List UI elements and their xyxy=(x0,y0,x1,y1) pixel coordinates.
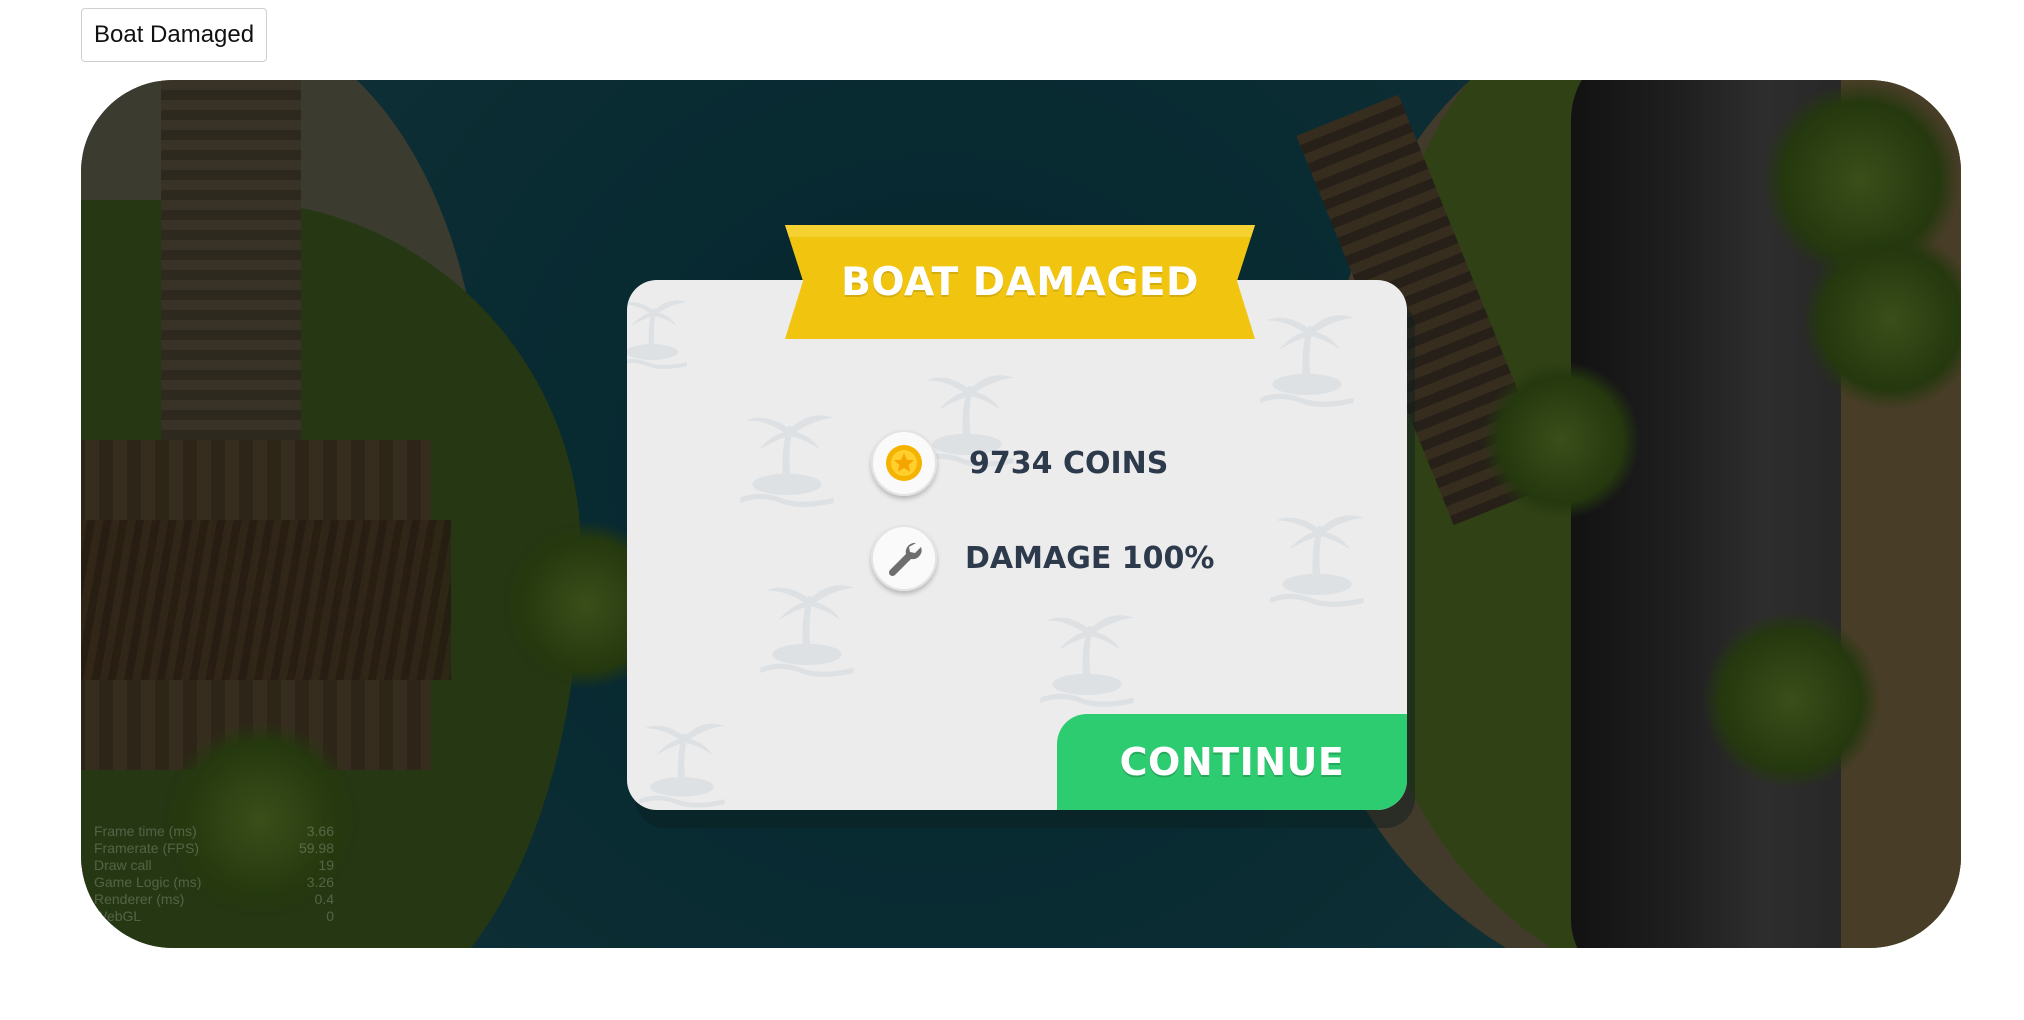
stat-game-logic: Game Logic (ms) 3.26 xyxy=(94,874,334,890)
stat-framerate: Framerate (FPS) 59.98 xyxy=(94,840,334,856)
stat-renderer: Renderer (ms) 0.4 xyxy=(94,891,334,907)
game-canvas[interactable]: Frame time (ms) 3.66 Framerate (FPS) 59.98… xyxy=(81,80,1961,948)
continue-button[interactable]: CONTINUE xyxy=(1057,714,1407,810)
debug-stats: Frame time (ms) 3.66 Framerate (FPS) 59.98… xyxy=(94,823,334,925)
palm-island-icon xyxy=(1260,315,1354,407)
palm-island-icon xyxy=(1270,515,1364,607)
stat-draw-call: Draw call 19 xyxy=(94,857,334,873)
coin-icon xyxy=(871,430,937,496)
palm-island-icon xyxy=(760,585,854,677)
palm-island-icon xyxy=(1040,615,1134,707)
palm-island-icon xyxy=(627,300,687,369)
stat-frame-time: Frame time (ms) 3.66 xyxy=(94,823,334,839)
palm-island-icon xyxy=(639,723,725,808)
wrench-icon xyxy=(871,525,937,591)
stat-webgl: WebGL 0 xyxy=(94,908,334,924)
damage-value: DAMAGE 100% xyxy=(965,540,1215,576)
palm-island-icon xyxy=(740,415,834,507)
dialog-title: BOAT DAMAGED xyxy=(841,259,1199,305)
coins-value: 9734 COINS xyxy=(969,445,1169,481)
coins-row: 9734 COINS xyxy=(871,430,1168,496)
page-title-label: Boat Damaged xyxy=(81,8,268,62)
damage-row: DAMAGE 100% xyxy=(871,525,1214,591)
